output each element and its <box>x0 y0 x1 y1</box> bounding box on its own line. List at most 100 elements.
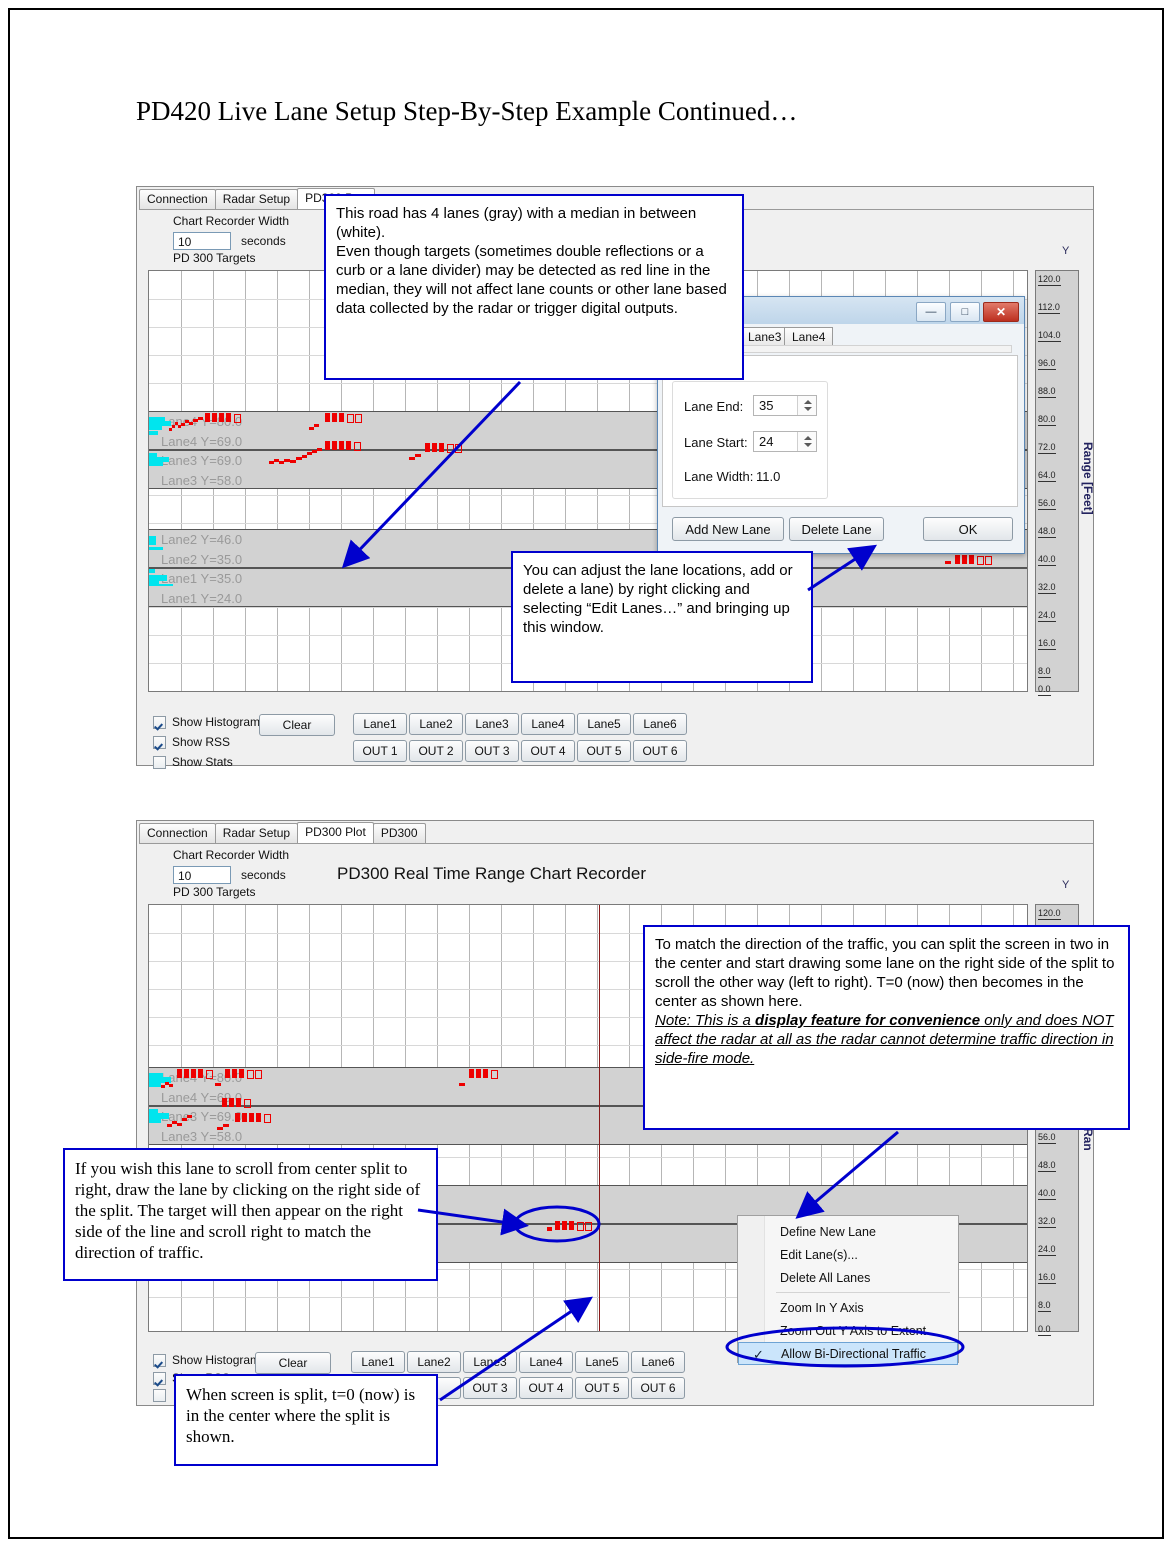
target-blip-hollow <box>264 1114 271 1123</box>
target-blip <box>219 413 224 422</box>
y-tick: 32.0 <box>1038 1216 1056 1228</box>
out5-button-1[interactable]: OUT 5 <box>577 740 631 762</box>
menu-item-define-new-lane[interactable]: Define New Lane <box>738 1220 958 1243</box>
lane4-button-1[interactable]: Lane4 <box>521 713 575 735</box>
target-blip <box>191 1069 196 1078</box>
dialog-tab-lane4[interactable]: Lane4 <box>784 327 834 346</box>
tab-radar-setup[interactable]: Radar Setup <box>214 189 299 209</box>
lane3-button-2[interactable]: Lane3 <box>463 1351 517 1373</box>
y-tick: 16.0 <box>1038 1272 1056 1284</box>
time-zero-split-line <box>599 905 600 1331</box>
out4-button-1[interactable]: OUT 4 <box>521 740 575 762</box>
target-track-circled <box>547 1227 552 1231</box>
y-axis-1: 120.0 112.0 104.0 96.0 88.0 80.0 72.0 64… <box>1035 270 1079 696</box>
clear-button-2[interactable]: Clear <box>255 1352 331 1374</box>
targets-label-2: PD 300 Targets <box>173 885 256 899</box>
target-blip-circled <box>555 1221 560 1230</box>
lane-end-label: Lane End: <box>684 399 744 414</box>
target-blip <box>339 413 344 422</box>
lane-start-stepper[interactable]: 24 <box>753 431 817 452</box>
menu-label: Delete All Lanes <box>780 1270 871 1285</box>
checkbox-box[interactable] <box>153 1389 166 1402</box>
target-blip <box>346 441 351 450</box>
add-new-lane-button[interactable]: Add New Lane <box>672 517 784 541</box>
y-tick: 8.0 <box>1038 1300 1051 1312</box>
tab-connection-2[interactable]: Connection <box>139 823 216 843</box>
menu-item-edit-lanes[interactable]: Edit Lane(s)... <box>738 1243 958 1266</box>
lane2-button-2[interactable]: Lane2 <box>407 1351 461 1373</box>
menu-item-zoom-in-y-axis[interactable]: Zoom In Y Axis <box>738 1296 958 1319</box>
show-rss-checkbox-1[interactable]: Show RSS <box>153 735 230 749</box>
callout-split-screen-p1: To match the direction of the traffic, y… <box>655 936 1115 1010</box>
lane5-button-2[interactable]: Lane5 <box>575 1351 629 1373</box>
checkbox-box[interactable] <box>153 1353 166 1367</box>
tab-pd300-2[interactable]: PD300 <box>372 823 426 843</box>
minimize-button[interactable]: — <box>916 302 946 322</box>
target-blip <box>184 1069 189 1078</box>
y-tick: 32.0 <box>1038 582 1056 594</box>
delete-lane-button[interactable]: Delete Lane <box>789 517 884 541</box>
target-blip <box>229 1098 234 1107</box>
out3-button-1[interactable]: OUT 3 <box>465 740 519 762</box>
maximize-button[interactable]: □ <box>950 302 980 322</box>
show-histogram-checkbox-2[interactable]: Show Histogram <box>153 1353 260 1367</box>
dialog-tab-lane3[interactable]: Lane3 <box>740 327 790 346</box>
target-blip <box>425 443 430 452</box>
close-icon[interactable]: ✕ <box>983 302 1019 322</box>
checkbox-box[interactable] <box>153 755 166 769</box>
y-tick: 16.0 <box>1038 638 1056 650</box>
checkbox-box[interactable] <box>153 715 166 729</box>
lane-label-2-3: Lane3 Y=58.0 <box>161 1129 243 1144</box>
out1-button-1[interactable]: OUT 1 <box>353 740 407 762</box>
lane4-button-2[interactable]: Lane4 <box>519 1351 573 1373</box>
lane-end-stepper[interactable]: 35 <box>753 395 817 416</box>
out6-button-2[interactable]: OUT 6 <box>631 1377 685 1399</box>
menu-item-allow-bidirectional-traffic[interactable]: ✓ Allow Bi-Directional Traffic <box>738 1342 958 1365</box>
target-track <box>409 457 415 460</box>
target-blip <box>955 555 960 564</box>
out4-button-2[interactable]: OUT 4 <box>519 1377 573 1399</box>
out5-button-2[interactable]: OUT 5 <box>575 1377 629 1399</box>
target-blip <box>235 1113 240 1122</box>
y-tick: 56.0 <box>1038 498 1056 510</box>
out2-button-1[interactable]: OUT 2 <box>409 740 463 762</box>
clear-button-1[interactable]: Clear <box>259 714 335 736</box>
chart-width-input-2[interactable]: 10 <box>173 866 231 884</box>
histogram-bar <box>149 1119 161 1123</box>
seconds-label-1: seconds <box>241 234 286 248</box>
target-track <box>223 1124 229 1127</box>
plot-context-menu[interactable]: Define New Lane Edit Lane(s)... Delete A… <box>737 1215 959 1365</box>
chart-width-input-1[interactable]: 10 <box>173 232 231 250</box>
lane3-button-1[interactable]: Lane3 <box>465 713 519 735</box>
target-blip <box>432 443 437 452</box>
lane6-button-1[interactable]: Lane6 <box>633 713 687 735</box>
lane1-button-2[interactable]: Lane1 <box>351 1351 405 1373</box>
tab-connection[interactable]: Connection <box>139 189 216 209</box>
y-axis-corner-label-1: Y <box>1062 245 1070 257</box>
target-blip <box>242 1113 247 1122</box>
lane1-button-1[interactable]: Lane1 <box>353 713 407 735</box>
checkbox-box[interactable] <box>153 1371 166 1385</box>
targets-label-1: PD 300 Targets <box>173 251 256 265</box>
menu-item-zoom-out-y-axis[interactable]: Zoom Out Y Axis to Extent <box>738 1319 958 1342</box>
ok-button[interactable]: OK <box>923 517 1013 541</box>
lane2-button-1[interactable]: Lane2 <box>409 713 463 735</box>
spinner-arrows-icon[interactable] <box>797 432 816 451</box>
target-track <box>181 423 185 426</box>
out6-button-1[interactable]: OUT 6 <box>633 740 687 762</box>
target-blip <box>325 441 330 450</box>
target-blip-circled <box>585 1222 592 1231</box>
show-histogram-checkbox-1[interactable]: Show Histogram <box>153 715 260 729</box>
y-tick: 0.0 <box>1038 684 1051 696</box>
show-stats-checkbox-1[interactable]: Show Stats <box>153 755 233 769</box>
y-tick: 0.0 <box>1038 1324 1051 1336</box>
out3-button-2[interactable]: OUT 3 <box>463 1377 517 1399</box>
lane5-button-1[interactable]: Lane5 <box>577 713 631 735</box>
show-stats-checkbox-2[interactable] <box>153 1389 172 1402</box>
tab-pd300-plot-2[interactable]: PD300 Plot <box>297 822 374 843</box>
spinner-arrows-icon[interactable] <box>797 396 816 415</box>
lane6-button-2[interactable]: Lane6 <box>631 1351 685 1373</box>
tab-radar-setup-2[interactable]: Radar Setup <box>214 823 299 843</box>
checkbox-box[interactable] <box>153 735 166 749</box>
menu-item-delete-all-lanes[interactable]: Delete All Lanes <box>738 1266 958 1289</box>
